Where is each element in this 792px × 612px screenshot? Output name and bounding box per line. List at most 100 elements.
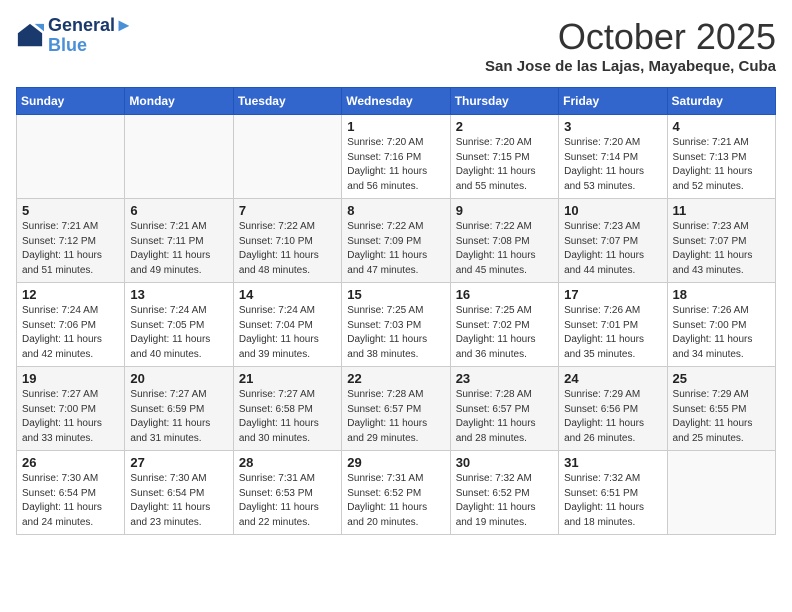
day-info: Sunrise: 7:30 AM Sunset: 6:54 PM Dayligh… [22, 472, 119, 530]
day-number: 15 [347, 287, 444, 302]
day-info: Sunrise: 7:29 AM Sunset: 6:56 PM Dayligh… [564, 388, 661, 446]
day-info: Sunrise: 7:21 AM Sunset: 7:13 PM Dayligh… [673, 136, 770, 194]
calendar-cell: 4 Sunrise: 7:21 AM Sunset: 7:13 PM Daylig… [667, 115, 775, 199]
day-info: Sunrise: 7:28 AM Sunset: 6:57 PM Dayligh… [347, 388, 444, 446]
day-number: 12 [22, 287, 119, 302]
calendar-title-area: October 2025 San Jose de las Lajas, Maya… [485, 16, 776, 75]
day-number: 29 [347, 455, 444, 470]
day-info: Sunrise: 7:22 AM Sunset: 7:09 PM Dayligh… [347, 220, 444, 278]
week-row-3: 12 Sunrise: 7:24 AM Sunset: 7:06 PM Dayli… [17, 283, 776, 367]
day-info: Sunrise: 7:28 AM Sunset: 6:57 PM Dayligh… [456, 388, 553, 446]
day-info: Sunrise: 7:24 AM Sunset: 7:06 PM Dayligh… [22, 304, 119, 362]
calendar-cell: 15 Sunrise: 7:25 AM Sunset: 7:03 PM Dayli… [342, 283, 450, 367]
day-number: 3 [564, 119, 661, 134]
calendar-cell: 6Sunrise: 7:21 AM Sunset: 7:11 PM Daylig… [125, 199, 233, 283]
logo-icon [16, 22, 44, 50]
day-info: Sunrise: 7:27 AM Sunset: 7:00 PM Dayligh… [22, 388, 119, 446]
calendar-cell: 2 Sunrise: 7:20 AM Sunset: 7:15 PM Daylig… [450, 115, 558, 199]
day-number: 16 [456, 287, 553, 302]
day-number: 28 [239, 455, 336, 470]
calendar-cell: 11 Sunrise: 7:23 AM Sunset: 7:07 PM Dayli… [667, 199, 775, 283]
day-number: 13 [130, 287, 227, 302]
calendar-cell: 23 Sunrise: 7:28 AM Sunset: 6:57 PM Dayli… [450, 367, 558, 451]
calendar-cell: 17 Sunrise: 7:26 AM Sunset: 7:01 PM Dayli… [559, 283, 667, 367]
calendar-cell [125, 115, 233, 199]
calendar-cell: 5 Sunrise: 7:21 AM Sunset: 7:12 PM Daylig… [17, 199, 125, 283]
calendar-cell: 9 Sunrise: 7:22 AM Sunset: 7:08 PM Daylig… [450, 199, 558, 283]
day-info: Sunrise: 7:20 AM Sunset: 7:14 PM Dayligh… [564, 136, 661, 194]
day-number: 30 [456, 455, 553, 470]
calendar-cell: 12 Sunrise: 7:24 AM Sunset: 7:06 PM Dayli… [17, 283, 125, 367]
day-number: 23 [456, 371, 553, 386]
day-info: Sunrise: 7:27 AM Sunset: 6:58 PM Dayligh… [239, 388, 336, 446]
day-info: Sunrise: 7:25 AM Sunset: 7:02 PM Dayligh… [456, 304, 553, 362]
day-info: Sunrise: 7:31 AM Sunset: 6:53 PM Dayligh… [239, 472, 336, 530]
day-number: 2 [456, 119, 553, 134]
day-number: 1 [347, 119, 444, 134]
day-number: 6 [130, 203, 227, 218]
calendar-cell: 10 Sunrise: 7:23 AM Sunset: 7:07 PM Dayli… [559, 199, 667, 283]
day-info: Sunrise: 7:22 AM Sunset: 7:08 PM Dayligh… [456, 220, 553, 278]
day-number: 24 [564, 371, 661, 386]
day-info: Sunrise: 7:31 AM Sunset: 6:52 PM Dayligh… [347, 472, 444, 530]
day-number: 27 [130, 455, 227, 470]
calendar-cell: 20Sunrise: 7:27 AM Sunset: 6:59 PM Dayli… [125, 367, 233, 451]
calendar-cell: 27 Sunrise: 7:30 AM Sunset: 6:54 PM Dayli… [125, 451, 233, 535]
day-header-thursday: Thursday [450, 88, 558, 115]
calendar-cell: 30Sunrise: 7:32 AM Sunset: 6:52 PM Dayli… [450, 451, 558, 535]
day-info: Sunrise: 7:26 AM Sunset: 7:01 PM Dayligh… [564, 304, 661, 362]
calendar-cell: 29 Sunrise: 7:31 AM Sunset: 6:52 PM Dayli… [342, 451, 450, 535]
day-number: 31 [564, 455, 661, 470]
day-header-monday: Monday [125, 88, 233, 115]
day-info: Sunrise: 7:32 AM Sunset: 6:51 PM Dayligh… [564, 472, 661, 530]
logo: General► Blue [16, 16, 133, 56]
day-info: Sunrise: 7:25 AM Sunset: 7:03 PM Dayligh… [347, 304, 444, 362]
day-info: Sunrise: 7:24 AM Sunset: 7:05 PM Dayligh… [130, 304, 227, 362]
day-header-tuesday: Tuesday [233, 88, 341, 115]
day-header-friday: Friday [559, 88, 667, 115]
calendar-cell: 24 Sunrise: 7:29 AM Sunset: 6:56 PM Dayli… [559, 367, 667, 451]
calendar-cell [233, 115, 341, 199]
day-info: Sunrise: 7:26 AM Sunset: 7:00 PM Dayligh… [673, 304, 770, 362]
day-header-sunday: Sunday [17, 88, 125, 115]
day-info: Sunrise: 7:23 AM Sunset: 7:07 PM Dayligh… [673, 220, 770, 278]
calendar-cell: 8Sunrise: 7:22 AM Sunset: 7:09 PM Daylig… [342, 199, 450, 283]
day-number: 10 [564, 203, 661, 218]
calendar-cell: 21Sunrise: 7:27 AM Sunset: 6:58 PM Dayli… [233, 367, 341, 451]
calendar-header-row: SundayMondayTuesdayWednesdayThursdayFrid… [17, 88, 776, 115]
week-row-4: 19 Sunrise: 7:27 AM Sunset: 7:00 PM Dayli… [17, 367, 776, 451]
day-number: 22 [347, 371, 444, 386]
day-number: 4 [673, 119, 770, 134]
calendar-cell: 19 Sunrise: 7:27 AM Sunset: 7:00 PM Dayli… [17, 367, 125, 451]
week-row-2: 5 Sunrise: 7:21 AM Sunset: 7:12 PM Daylig… [17, 199, 776, 283]
day-number: 17 [564, 287, 661, 302]
day-number: 14 [239, 287, 336, 302]
day-header-saturday: Saturday [667, 88, 775, 115]
calendar-cell: 31 Sunrise: 7:32 AM Sunset: 6:51 PM Dayli… [559, 451, 667, 535]
day-info: Sunrise: 7:20 AM Sunset: 7:15 PM Dayligh… [456, 136, 553, 194]
day-info: Sunrise: 7:21 AM Sunset: 7:12 PM Dayligh… [22, 220, 119, 278]
day-info: Sunrise: 7:30 AM Sunset: 6:54 PM Dayligh… [130, 472, 227, 530]
week-row-5: 26Sunrise: 7:30 AM Sunset: 6:54 PM Dayli… [17, 451, 776, 535]
day-number: 11 [673, 203, 770, 218]
calendar-cell: 26Sunrise: 7:30 AM Sunset: 6:54 PM Dayli… [17, 451, 125, 535]
calendar-cell [17, 115, 125, 199]
day-info: Sunrise: 7:23 AM Sunset: 7:07 PM Dayligh… [564, 220, 661, 278]
calendar-cell: 7Sunrise: 7:22 AM Sunset: 7:10 PM Daylig… [233, 199, 341, 283]
calendar-table: SundayMondayTuesdayWednesdayThursdayFrid… [16, 87, 776, 535]
month-title: October 2025 [485, 16, 776, 58]
calendar-cell: 1Sunrise: 7:20 AM Sunset: 7:16 PM Daylig… [342, 115, 450, 199]
day-number: 9 [456, 203, 553, 218]
calendar-cell: 25Sunrise: 7:29 AM Sunset: 6:55 PM Dayli… [667, 367, 775, 451]
calendar-cell: 14Sunrise: 7:24 AM Sunset: 7:04 PM Dayli… [233, 283, 341, 367]
week-row-1: 1Sunrise: 7:20 AM Sunset: 7:16 PM Daylig… [17, 115, 776, 199]
day-number: 19 [22, 371, 119, 386]
calendar-cell: 3 Sunrise: 7:20 AM Sunset: 7:14 PM Daylig… [559, 115, 667, 199]
location-title: San Jose de las Lajas, Mayabeque, Cuba [485, 58, 776, 75]
calendar-cell: 22 Sunrise: 7:28 AM Sunset: 6:57 PM Dayli… [342, 367, 450, 451]
day-number: 5 [22, 203, 119, 218]
day-info: Sunrise: 7:29 AM Sunset: 6:55 PM Dayligh… [673, 388, 770, 446]
calendar-cell: 28 Sunrise: 7:31 AM Sunset: 6:53 PM Dayli… [233, 451, 341, 535]
day-number: 20 [130, 371, 227, 386]
calendar-cell [667, 451, 775, 535]
